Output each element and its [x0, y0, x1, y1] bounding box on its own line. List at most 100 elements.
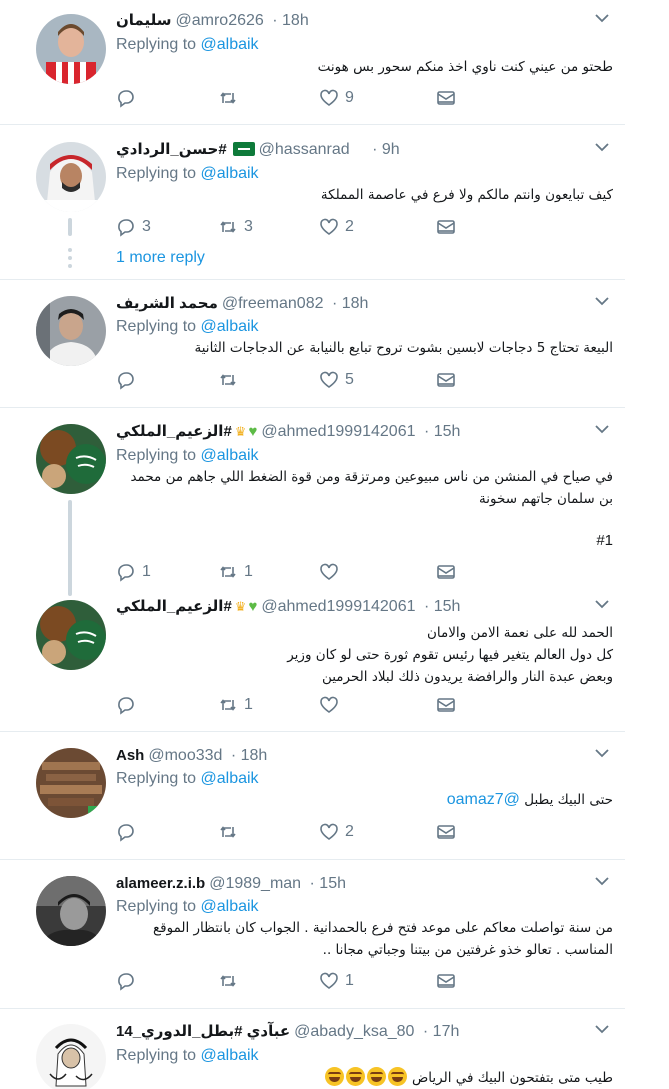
reply-count: 3 [142, 218, 151, 235]
tweet-header: محمد الشريف @freeman082 · 18h [116, 293, 368, 315]
reply-icon [116, 88, 136, 108]
avatar[interactable] [36, 1024, 106, 1089]
display-name[interactable]: Ash [116, 747, 144, 764]
user-handle[interactable]: @ahmed1999142061 [261, 423, 415, 440]
like-button[interactable]: 2 [319, 215, 354, 239]
message-button[interactable] [436, 560, 456, 584]
timestamp[interactable]: · 18h [231, 747, 267, 764]
tweet-text-line: البيعة تحتاج 5 دجاجات لابسين بشوت تروح ت… [194, 340, 614, 356]
timestamp[interactable]: · 17h [423, 1023, 459, 1040]
timestamp[interactable]: · 18h [332, 295, 368, 312]
caret-down-icon[interactable] [595, 1025, 609, 1039]
user-handle[interactable]: @amro2626 [176, 12, 264, 29]
message-button[interactable] [436, 693, 456, 717]
avatar[interactable] [36, 748, 106, 818]
replying-mention[interactable]: @albaik [201, 36, 259, 53]
timestamp[interactable]: · 15h [424, 598, 460, 615]
retweet-button[interactable]: 1 [218, 560, 253, 584]
reply-button[interactable] [116, 820, 142, 844]
caret-down-icon[interactable] [595, 143, 609, 157]
replying-mention[interactable]: @albaik [201, 318, 259, 335]
display-name[interactable]: محمد الشريف [116, 295, 218, 312]
tweet-header: حسن_الردادي# @hassanrad · 9h [116, 139, 400, 161]
tweet[interactable]: Ash @moo33d · 18h Replying to @albaik حتى… [0, 732, 625, 860]
reply-button[interactable]: 1 [116, 560, 151, 584]
message-button[interactable] [436, 215, 456, 239]
tweet-text-line: من سنة تواصلت معاكم على موعد فتح فرع بال… [152, 920, 613, 936]
like-button[interactable] [319, 693, 345, 717]
user-handle[interactable]: @abady_ksa_80 [294, 1023, 414, 1040]
reply-button[interactable] [116, 368, 142, 392]
replying-label: Replying to [116, 770, 197, 787]
tweet[interactable]: alameer.z.i.b @1989_man · 15h Replying to… [0, 860, 625, 1009]
reply-button[interactable]: 3 [116, 215, 151, 239]
display-name[interactable]: حسن_الردادي# [116, 141, 227, 158]
retweet-button[interactable] [218, 820, 244, 844]
reply-button[interactable] [116, 86, 142, 110]
user-handle[interactable]: @1989_man [209, 875, 301, 892]
timestamp[interactable]: · 18h [272, 12, 308, 29]
tweet[interactable]: عبآدي #بطل_الدوري_14 @abady_ksa_80 · 17h … [0, 1009, 625, 1089]
user-handle[interactable]: @freeman082 [222, 295, 324, 312]
display-name[interactable]: سليمان [116, 12, 172, 29]
reply-button[interactable] [116, 693, 142, 717]
like-button[interactable]: 1 [319, 969, 354, 993]
avatar[interactable] [36, 142, 106, 212]
tweet[interactable]: سليمان @amro2626 · 18h Replying to @albai… [0, 0, 625, 125]
hashtag-line[interactable]: #1 [116, 530, 613, 552]
tweet[interactable]: الزعيم_الملكي# ♛ ♥ @ahmed1999142061 · 15h ا… [0, 586, 625, 732]
avatar[interactable] [36, 424, 106, 494]
replying-label: Replying to [116, 898, 197, 915]
like-count: 2 [345, 823, 354, 840]
replying-mention[interactable]: @albaik [201, 898, 259, 915]
tweet[interactable]: الزعيم_الملكي# ♛ ♥ @ahmed1999142061 · 15h R… [0, 408, 625, 596]
message-button[interactable] [436, 969, 456, 993]
replying-mention[interactable]: @albaik [201, 1047, 259, 1064]
mention-link[interactable]: @oamaz7 [447, 791, 520, 808]
like-button[interactable]: 2 [319, 820, 354, 844]
user-handle[interactable]: @hassanrad [259, 141, 350, 158]
avatar[interactable] [36, 296, 106, 366]
replying-mention[interactable]: @albaik [201, 447, 259, 464]
avatar[interactable] [36, 876, 106, 946]
like-button[interactable] [319, 560, 345, 584]
replying-mention[interactable]: @albaik [201, 165, 259, 182]
tweet-text-line: في صياح في المنشن من ناس مبيوعين ومرتزقة… [130, 469, 613, 485]
user-handle[interactable]: @ahmed1999142061 [261, 598, 415, 615]
display-name[interactable]: الزعيم_الملكي# [116, 598, 232, 615]
retweet-button[interactable] [218, 86, 244, 110]
message-button[interactable] [436, 86, 456, 110]
timestamp[interactable]: · 15h [310, 875, 346, 892]
timestamp[interactable]: · 15h [424, 423, 460, 440]
reply-icon [116, 971, 136, 991]
message-button[interactable] [436, 368, 456, 392]
tweet[interactable]: محمد الشريف @freeman082 · 18h Replying to… [0, 280, 625, 408]
avatar[interactable] [36, 600, 106, 670]
retweet-button[interactable] [218, 368, 244, 392]
retweet-count: 1 [244, 696, 253, 713]
caret-down-icon[interactable] [595, 14, 609, 28]
retweet-button[interactable] [218, 969, 244, 993]
caret-down-icon[interactable] [595, 877, 609, 891]
like-button[interactable]: 5 [319, 368, 354, 392]
display-name[interactable]: الزعيم_الملكي# [116, 423, 232, 440]
tweet[interactable]: حسن_الردادي# @hassanrad · 9h Replying to … [0, 125, 625, 280]
retweet-button[interactable]: 3 [218, 215, 253, 239]
caret-down-icon[interactable] [595, 749, 609, 763]
display-name[interactable]: alameer.z.i.b [116, 875, 205, 892]
avatar[interactable] [36, 14, 106, 84]
user-handle[interactable]: @moo33d [148, 747, 222, 764]
caret-down-icon[interactable] [595, 425, 609, 439]
display-name[interactable]: عبآدي #بطل_الدوري_14 [116, 1023, 290, 1040]
like-button[interactable]: 9 [319, 86, 354, 110]
more-replies-link[interactable]: 1 more reply [116, 249, 205, 267]
message-button[interactable] [436, 820, 456, 844]
retweet-button[interactable]: 1 [218, 693, 253, 717]
reply-button[interactable] [116, 969, 142, 993]
caret-down-icon[interactable] [595, 600, 609, 614]
replying-label: Replying to [116, 36, 197, 53]
timestamp[interactable]: · 9h [372, 141, 400, 158]
replying-mention[interactable]: @albaik [201, 770, 259, 787]
action-bar: 1 [116, 693, 466, 717]
caret-down-icon[interactable] [595, 297, 609, 311]
